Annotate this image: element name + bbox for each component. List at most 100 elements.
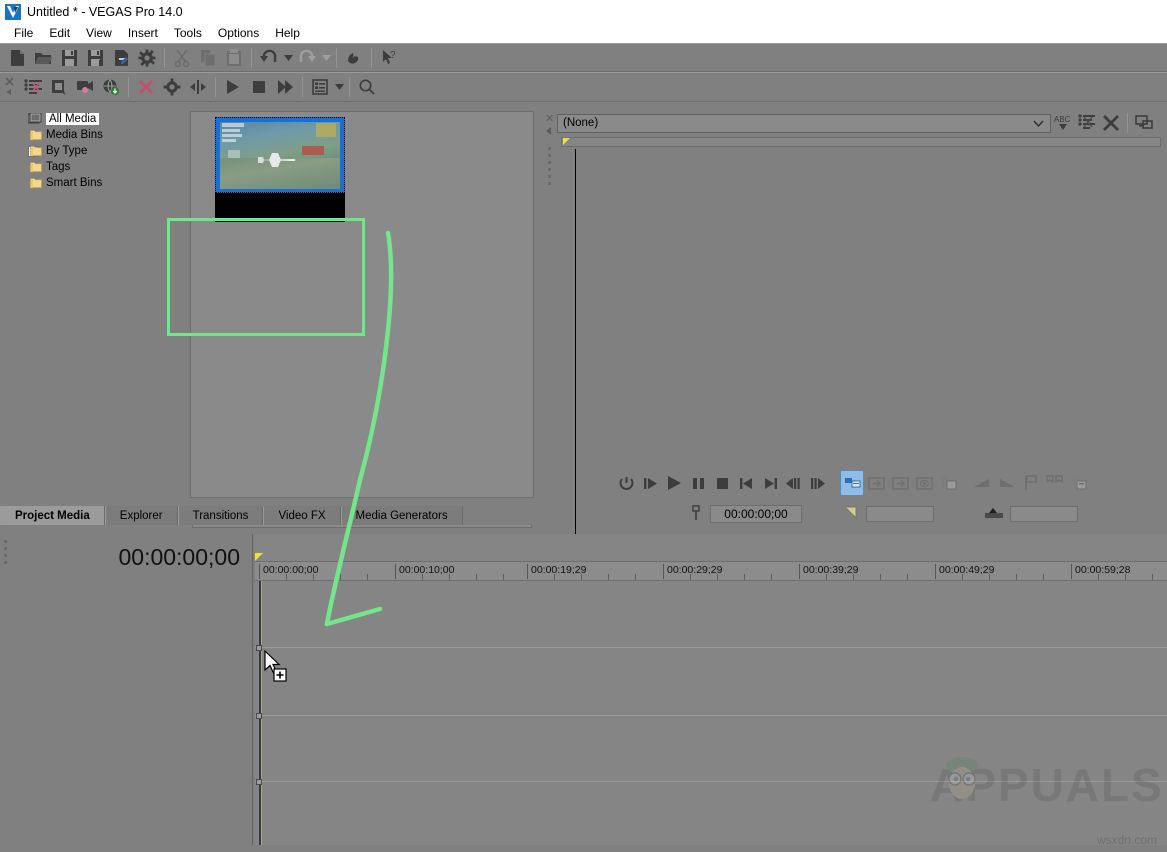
previous-frame-icon[interactable] xyxy=(782,470,806,496)
copy-icon[interactable] xyxy=(195,45,221,70)
views-dropdown-arrow-icon[interactable] xyxy=(333,75,345,100)
menu-item-insert[interactable]: Insert xyxy=(120,25,166,41)
new-project-icon[interactable] xyxy=(4,45,30,70)
tab-video-fx[interactable]: Video FX xyxy=(263,506,341,525)
paste-icon[interactable] xyxy=(221,45,247,70)
views-list-icon[interactable] xyxy=(307,75,333,100)
go-to-end-icon[interactable] xyxy=(758,470,782,496)
get-media-from-web-icon[interactable] xyxy=(98,75,124,100)
stop-icon[interactable] xyxy=(710,470,734,496)
table-row[interactable] xyxy=(255,648,1167,716)
media-item[interactable] xyxy=(191,112,391,232)
svg-text:ABC: ABC xyxy=(1054,115,1071,124)
media-thumbnail[interactable] xyxy=(215,117,345,222)
sidebar-item-media-bins[interactable]: Media Bins xyxy=(20,127,165,143)
display-quality-field[interactable] xyxy=(1010,506,1078,522)
toolbar-separator xyxy=(302,77,303,97)
preview-timecode-field[interactable]: 00:00:00;00 xyxy=(710,505,802,523)
preview-marker-icon[interactable] xyxy=(563,138,570,145)
redo-dropdown-arrow-icon[interactable] xyxy=(320,45,332,70)
media-bins-tree[interactable]: All Media Media Bins + By Type Tags xyxy=(20,111,165,506)
marker-icon[interactable] xyxy=(1018,470,1042,496)
whats-this-help-icon[interactable]: ? xyxy=(376,45,402,70)
ruler-label: 00:00:29;29 xyxy=(663,564,722,579)
sidebar-item-by-type[interactable]: + By Type xyxy=(20,143,165,159)
preview-source-select[interactable]: (None) xyxy=(557,113,1051,133)
remove-from-project-icon[interactable] xyxy=(133,75,159,100)
thumbnail-image xyxy=(215,117,345,193)
ruler-label: 00:00:00;00 xyxy=(259,564,318,579)
collapse-arrow-icon[interactable] xyxy=(546,127,551,135)
panel-grip[interactable] xyxy=(548,147,552,201)
menu-item-options[interactable]: Options xyxy=(210,25,267,41)
split-icon[interactable] xyxy=(185,75,211,100)
external-monitor-icon[interactable] xyxy=(1132,112,1156,134)
capture-video-icon[interactable] xyxy=(46,75,72,100)
chevron-down-icon[interactable] xyxy=(1033,119,1044,131)
timeline-start-marker-icon[interactable] xyxy=(255,553,263,561)
clear-preview-icon[interactable] xyxy=(1099,112,1123,134)
import-media-icon[interactable] xyxy=(20,75,46,100)
loop-playback-icon[interactable] xyxy=(614,470,638,496)
menu-item-tools[interactable]: Tools xyxy=(166,25,210,41)
open-project-icon[interactable] xyxy=(30,45,56,70)
play-to-cursor-icon[interactable] xyxy=(272,75,298,100)
media-properties-icon[interactable] xyxy=(159,75,185,100)
tab-project-media[interactable]: Project Media xyxy=(0,506,105,525)
undo-dropdown-arrow-icon[interactable] xyxy=(282,45,294,70)
sidebar-item-all-media[interactable]: All Media xyxy=(20,111,165,127)
project-media-toolbar xyxy=(0,72,1167,102)
preview-ruler[interactable] xyxy=(561,137,1161,147)
overlay-text-abc-icon[interactable]: ABC xyxy=(1051,112,1075,134)
project-properties-icon[interactable] xyxy=(134,45,160,70)
cut-icon[interactable] xyxy=(169,45,195,70)
playback-rate-field[interactable] xyxy=(866,506,934,522)
play-preview-icon[interactable] xyxy=(220,75,246,100)
next-frame-icon[interactable] xyxy=(806,470,830,496)
loop-region-out-icon[interactable] xyxy=(888,470,912,496)
preview-source-value: (None) xyxy=(563,117,599,129)
save-snapshot-to-file-icon[interactable] xyxy=(1066,470,1090,496)
play-from-start-icon[interactable] xyxy=(638,470,662,496)
go-to-start-icon[interactable] xyxy=(734,470,758,496)
ruler-label: 00:00:39;29 xyxy=(799,564,858,579)
capture-device-icon[interactable] xyxy=(72,75,98,100)
tab-transitions[interactable]: Transitions xyxy=(177,506,264,525)
save-icon[interactable] xyxy=(56,45,82,70)
play-icon[interactable] xyxy=(662,470,686,496)
region-icon[interactable] xyxy=(1042,470,1066,496)
sidebar-item-tags[interactable]: Tags xyxy=(20,159,165,175)
track-header-area[interactable] xyxy=(0,534,253,852)
track-edge-handle[interactable] xyxy=(256,645,262,651)
search-media-icon[interactable] xyxy=(354,75,380,100)
selection-start-icon[interactable] xyxy=(970,470,994,496)
menu-item-help[interactable]: Help xyxy=(267,25,308,41)
track-edge-handle[interactable] xyxy=(256,779,262,785)
selection-end-icon[interactable] xyxy=(994,470,1018,496)
redo-icon[interactable] xyxy=(294,45,320,70)
close-icon[interactable]: ✕ xyxy=(545,112,554,125)
table-row[interactable] xyxy=(255,581,1167,648)
project-media-panel: All Media Media Bins + By Type Tags xyxy=(0,109,539,616)
close-panel-icon[interactable] xyxy=(2,75,20,100)
enable-snapping-icon[interactable] xyxy=(341,45,367,70)
record-icon[interactable] xyxy=(840,470,864,496)
split-screen-view-icon[interactable] xyxy=(1075,112,1099,134)
track-edge-handle[interactable] xyxy=(256,713,262,719)
sidebar-item-smart-bins[interactable]: Smart Bins xyxy=(20,175,165,191)
save-snapshot-icon[interactable] xyxy=(936,470,960,496)
render-as-icon[interactable] xyxy=(108,45,134,70)
timeline-cursor-timecode[interactable]: 00:00:00;00 xyxy=(0,540,248,574)
undo-icon[interactable] xyxy=(256,45,282,70)
timeline-ruler[interactable]: 00:00:00;00 00:00:10;00 00:00:19;29 00:0… xyxy=(255,561,1167,581)
tab-media-generators[interactable]: Media Generators xyxy=(340,506,463,525)
stop-preview-icon[interactable] xyxy=(246,75,272,100)
pause-icon[interactable] xyxy=(686,470,710,496)
preview-on-external-icon[interactable] xyxy=(912,470,936,496)
menu-item-file[interactable]: File xyxy=(6,25,41,41)
menu-item-view[interactable]: View xyxy=(78,25,120,41)
loop-region-in-icon[interactable] xyxy=(864,470,888,496)
tab-explorer[interactable]: Explorer xyxy=(104,506,178,525)
save-as-icon[interactable] xyxy=(82,45,108,70)
menu-item-edit[interactable]: Edit xyxy=(41,25,78,41)
